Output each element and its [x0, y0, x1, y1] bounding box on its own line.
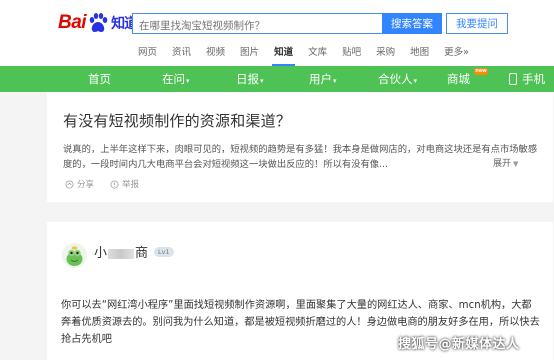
main-nav-partner[interactable]: 合伙人▾	[378, 66, 417, 92]
main-nav-mobile[interactable]: 手机答	[522, 66, 554, 112]
chevron-down-icon: ▾	[333, 77, 337, 85]
username-redaction	[108, 248, 135, 259]
report-icon	[110, 179, 119, 189]
main-nav-home-label: 首页	[88, 72, 111, 86]
share-button[interactable]: 分享	[77, 178, 94, 190]
username-start: 小	[94, 246, 108, 261]
product-nav: 网页 资讯 视频 图片 知道 文库 贴吧 采购 地图 更多»	[138, 45, 484, 66]
avatar-image	[62, 243, 87, 268]
avatar[interactable]	[62, 243, 87, 268]
search-input[interactable]	[133, 16, 382, 36]
question-actions: 分享 举报	[65, 178, 139, 190]
nav-link-wenku[interactable]: 文库	[308, 45, 327, 61]
expand-label: 展开	[493, 159, 512, 169]
nav-link-zhidao[interactable]: 知道	[272, 45, 296, 66]
nav-link-map[interactable]: 地图	[410, 45, 429, 61]
nav-link-tieba[interactable]: 贴吧	[342, 45, 361, 61]
report-button[interactable]: 举报	[122, 178, 139, 190]
chevron-down-icon: ▾	[186, 77, 190, 85]
main-nav-daily-label: 日报	[236, 72, 259, 86]
main-nav-daily[interactable]: 日报▾	[236, 66, 264, 92]
share-icon	[65, 179, 74, 189]
main-nav-mall-label: 商城	[447, 72, 470, 86]
header: Bai 知道 搜索答案 我要提问 网页 资讯 视频 图片 知道 文库 贴吧 采购…	[0, 0, 554, 66]
question-description: 说真的，上半年这样下来，肉眼可见的，短视频的趋势是有多猛！我本身是做网店的，对电…	[63, 144, 538, 170]
ask-question-button[interactable]: 我要提问	[446, 13, 508, 34]
nav-link-web[interactable]: 网页	[138, 45, 157, 61]
search-answer-button[interactable]: 搜索答案	[382, 13, 442, 34]
nav-link-news[interactable]: 资讯	[172, 45, 191, 61]
main-nav-users[interactable]: 用户▾	[309, 66, 337, 92]
logo-text-bai: Bai	[58, 12, 87, 33]
level-badge: Lv1	[154, 247, 174, 257]
watermark: 搜狐号@新媒体达人	[398, 337, 520, 352]
chevron-down-icon: ▾	[413, 77, 418, 85]
expand-button[interactable]: 展开 ▼	[493, 156, 518, 169]
main-nav-home[interactable]: 首页	[88, 66, 111, 92]
username[interactable]: 小商	[94, 242, 148, 261]
nav-link-images[interactable]: 图片	[240, 45, 259, 61]
baidu-zhidao-logo[interactable]: Bai 知道	[58, 9, 138, 37]
nav-link-purchase[interactable]: 采购	[376, 45, 395, 61]
nav-link-video[interactable]: 视频	[206, 45, 225, 61]
username-end: 商	[135, 246, 149, 261]
main-nav-mall[interactable]: 商城	[447, 66, 470, 92]
question-title: 有没有短视频制作的资源和渠道？	[63, 112, 292, 130]
question-card: 有没有短视频制作的资源和渠道？ 说真的，上半年这样下来，肉眼可见的，短视频的趋势…	[47, 92, 553, 202]
chevron-down-icon: ▼	[513, 160, 519, 168]
phone-icon	[509, 73, 517, 85]
main-nav-asking[interactable]: 在问▾	[162, 66, 190, 92]
chevron-down-icon: ▾	[260, 77, 264, 85]
search-box	[132, 13, 382, 36]
main-nav-partner-label: 合伙人	[378, 72, 413, 86]
main-nav: 首页 在问▾ 日报▾ 用户▾ 合伙人▾ 商城 new 手机答	[0, 66, 554, 112]
main-nav-users-label: 用户	[309, 72, 332, 86]
nav-link-more[interactable]: 更多»	[444, 45, 469, 61]
section-divider	[47, 202, 553, 222]
new-badge: new	[474, 68, 488, 75]
main-nav-asking-label: 在问	[162, 72, 185, 86]
paw-icon	[89, 13, 108, 32]
